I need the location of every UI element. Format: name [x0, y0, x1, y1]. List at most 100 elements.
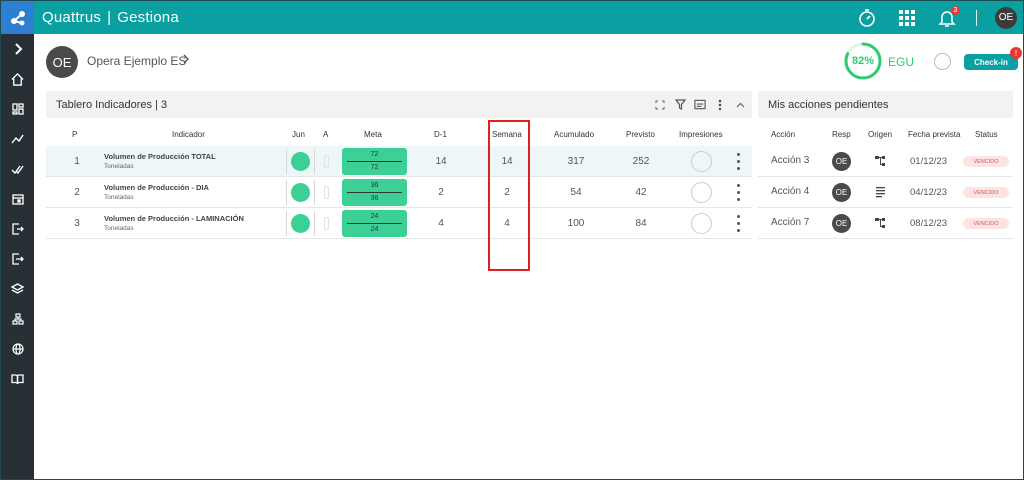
book-icon[interactable]	[1, 364, 34, 394]
action-date: 04/12/23	[910, 187, 947, 198]
row-menu-icon[interactable]	[736, 184, 740, 201]
unit-name[interactable]: Opera Ejemplo ES	[87, 54, 186, 68]
tablero-column-headers: P Indicador Jun A Meta D-1 Semana Acumul…	[46, 130, 752, 144]
acumulado-value: 54	[570, 187, 582, 198]
table-row[interactable]: 2 Volumen de Producción - DIA Toneladas …	[46, 177, 752, 208]
exit-icon[interactable]	[1, 214, 34, 244]
indicator-name[interactable]: Volumen de Producción TOTAL	[104, 152, 216, 161]
jun-cell	[289, 146, 311, 177]
previsto-value: 252	[632, 156, 650, 167]
meta-bottom: 36	[370, 195, 379, 202]
filter-icon[interactable]	[674, 99, 686, 111]
apps-grid-icon[interactable]	[896, 7, 918, 29]
impressions-icon[interactable]	[691, 213, 712, 234]
meta-top: 72	[370, 151, 379, 158]
previsto-value: 42	[635, 187, 647, 198]
meta-divider	[347, 192, 402, 193]
action-name[interactable]: Acción 7	[771, 217, 809, 228]
home-icon[interactable]	[1, 64, 34, 94]
collapse-chevron-icon[interactable]	[734, 99, 746, 111]
org-chart-icon[interactable]	[1, 304, 34, 334]
action-name[interactable]: Acción 3	[771, 155, 809, 166]
indicator-unit: Toneladas	[104, 163, 134, 170]
stopwatch-icon[interactable]	[856, 7, 878, 29]
module-name: Gestiona	[117, 9, 179, 26]
main-content: OE Opera Ejemplo ES 82% EGU Check-in ! T…	[34, 34, 1023, 479]
brand-name: Quattrus	[42, 9, 102, 26]
indicator-unit: Toneladas	[104, 225, 134, 232]
expand-icon[interactable]	[654, 99, 666, 111]
more-options-icon[interactable]	[714, 99, 726, 111]
calendar-icon[interactable]	[1, 184, 34, 214]
sidebar	[1, 34, 34, 479]
column-divider	[286, 149, 287, 174]
ghost-user-icon[interactable]	[934, 53, 951, 70]
impressions-icon[interactable]	[691, 151, 712, 172]
table-row[interactable]: 1 Volumen de Producción TOTAL Toneladas …	[46, 146, 752, 177]
row-p: 2	[74, 187, 80, 198]
col-status: Status	[975, 130, 998, 139]
acumulado-value: 317	[567, 156, 585, 167]
status-badge: VENCIDO	[963, 156, 1009, 167]
col-acumulado: Acumulado	[554, 130, 595, 139]
meta-top: 36	[370, 182, 379, 189]
row-p: 3	[74, 218, 80, 229]
checkin-button[interactable]: Check-in	[964, 54, 1018, 70]
chevron-right-icon[interactable]	[181, 52, 191, 68]
col-d1: D-1	[434, 130, 447, 139]
table-row[interactable]: 3 Volumen de Producción - LAMINACIÓN Ton…	[46, 208, 752, 239]
action-row[interactable]: Acción 7 OE 08/12/23 VENCIDO	[758, 208, 1013, 239]
a-indicator	[324, 186, 329, 199]
globe-icon[interactable]	[1, 334, 34, 364]
d1-value: 2	[438, 187, 444, 198]
egu-label: EGU	[888, 55, 915, 69]
col-impresiones: Impresiones	[679, 130, 723, 139]
jun-cell	[289, 177, 311, 208]
top-bar: Quattrus | Gestiona 3 OE	[1, 1, 1023, 34]
col-indicador: Indicador	[172, 130, 205, 139]
double-check-icon[interactable]	[1, 154, 34, 184]
col-p: P	[72, 130, 78, 139]
meta-box: 36 36	[342, 179, 407, 206]
row-menu-icon[interactable]	[736, 215, 740, 232]
meta-top: 24	[370, 213, 379, 220]
acciones-title: Mis acciones pendientes	[768, 98, 889, 111]
impressions-icon[interactable]	[691, 182, 712, 203]
bell-icon[interactable]: 3	[936, 5, 960, 29]
status-dot	[290, 214, 310, 233]
logo-icon[interactable]	[1, 1, 34, 34]
col-a: A	[323, 130, 329, 139]
unit-avatar[interactable]: OE	[46, 46, 78, 78]
action-name[interactable]: Acción 4	[771, 186, 809, 197]
card-view-icon[interactable]	[694, 99, 706, 111]
col-fecha: Fecha prevista	[908, 130, 961, 139]
acumulado-value: 100	[567, 218, 585, 229]
action-date: 08/12/23	[910, 218, 947, 229]
layers-icon[interactable]	[1, 274, 34, 304]
action-row[interactable]: Acción 3 OE 01/12/23 VENCIDO	[758, 146, 1013, 177]
dashboard-icon[interactable]	[1, 94, 34, 124]
trend-icon[interactable]	[1, 124, 34, 154]
user-avatar[interactable]: OE	[995, 6, 1017, 29]
title-separator: |	[107, 9, 112, 26]
row-menu-icon[interactable]	[736, 153, 740, 170]
egu-percent: 82%	[851, 55, 875, 67]
a-indicator	[324, 217, 329, 230]
col-meta: Meta	[364, 130, 382, 139]
app-window: Quattrus | Gestiona 3 OE OE Opera Ejempl…	[0, 0, 1024, 480]
meta-bottom: 24	[370, 226, 379, 233]
col-accion: Acción	[771, 130, 796, 139]
indicator-name[interactable]: Volumen de Producción - DIA	[104, 183, 209, 192]
meta-divider	[347, 161, 402, 162]
hierarchy-icon	[875, 156, 885, 166]
acciones-header: Mis acciones pendientes	[758, 91, 1013, 118]
indicator-unit: Toneladas	[104, 194, 134, 201]
tablero-tools	[654, 91, 746, 118]
action-row[interactable]: Acción 4 OE 04/12/23 VENCIDO	[758, 177, 1013, 208]
jun-cell	[289, 208, 311, 239]
logout-icon[interactable]	[1, 244, 34, 274]
column-divider	[314, 211, 315, 236]
col-resp: Resp	[832, 130, 851, 139]
sidebar-expand-chevron-icon[interactable]	[1, 34, 34, 64]
indicator-name[interactable]: Volumen de Producción - LAMINACIÓN	[104, 214, 244, 223]
